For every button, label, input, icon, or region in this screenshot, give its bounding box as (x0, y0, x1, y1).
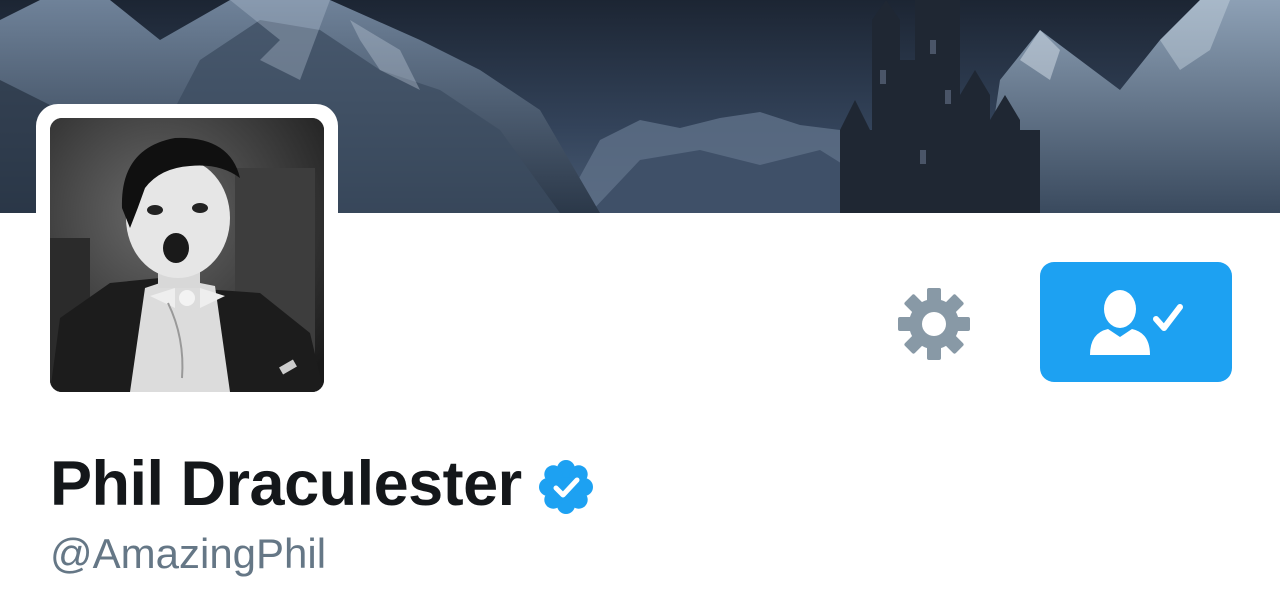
settings-button[interactable] (894, 284, 974, 364)
profile-name-row: Phil Draculester (50, 444, 594, 524)
verified-badge-icon (538, 460, 593, 514)
profile-handle: @AmazingPhil (50, 530, 327, 577)
profile-avatar[interactable] (36, 104, 338, 406)
gear-icon (898, 288, 970, 360)
avatar-image (50, 118, 324, 392)
following-button[interactable] (1040, 262, 1232, 382)
display-name: Phil Draculester (50, 449, 522, 519)
person-check-icon (1090, 290, 1183, 355)
